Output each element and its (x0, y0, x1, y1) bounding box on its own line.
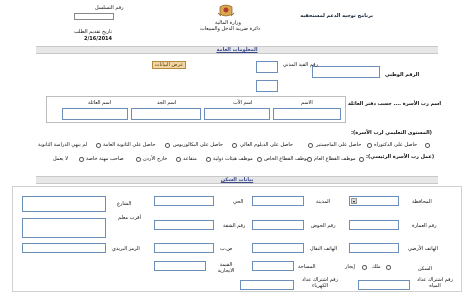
city-label: المدينة (316, 199, 331, 205)
po-box-input[interactable] (154, 243, 214, 253)
national-id-input[interactable] (312, 66, 380, 78)
edu-radio-doctorate[interactable] (425, 143, 430, 148)
serial-input[interactable] (74, 13, 114, 20)
edu-radio-diploma[interactable] (308, 143, 313, 148)
edu-opt-highschool: حاصل على الثانوية العامة (103, 142, 156, 148)
owned-radio[interactable] (386, 265, 391, 270)
education-label: (المستوى التعليمي لرب الأسرة): (351, 130, 432, 136)
family-head-label: اسم رب الأسرة .... حسب دفتر العائلة (348, 101, 442, 107)
edu-opt-masters: حاصل على الماجستير (316, 142, 362, 148)
work-opt-intl: موظف هيئات دولية (213, 156, 253, 162)
work-opt-unemployed: لا يعمل (53, 156, 68, 162)
edu-radio-highschool[interactable] (165, 143, 170, 148)
program-title: برنامج توجيه الدعم لمستحقيه (300, 13, 373, 19)
building-no-label: رقم العمارة (412, 223, 437, 229)
housing-section-title: بيانات السكن (220, 177, 254, 183)
owned-label: ملك (372, 264, 381, 270)
area-label: المساحة (298, 264, 316, 270)
edu-radio-none[interactable] (96, 143, 101, 148)
edu-opt-doctorate: حاصل على الدكتوراه (374, 142, 418, 148)
jordan-emblem-icon (217, 4, 235, 19)
work-opt-private: موظف القطاع الخاص (264, 156, 310, 162)
work-radio-abroad[interactable] (176, 157, 181, 162)
water-sub-label: رقم اشتراك عداد المياه (417, 277, 453, 289)
edu-opt-none: لم ينهي الدراسة الثانوية (38, 142, 88, 148)
rent-value-label: القيمة الايجارية (217, 262, 235, 274)
elec-sub-label: رقم اشتراك عداد الكهرباء (302, 277, 338, 289)
basin-input[interactable] (252, 220, 304, 230)
governorate-label: المحافظة (412, 199, 432, 205)
work-radio-self[interactable] (136, 157, 141, 162)
basin-label: رقم الحوض (311, 223, 336, 229)
postal-code-input[interactable] (22, 243, 106, 253)
phone-label: الهاتف الأرضي (408, 246, 438, 252)
mobile-input[interactable] (252, 243, 304, 253)
father-name-input[interactable] (204, 108, 270, 120)
work-opt-abroad: خارج الأردن (143, 156, 168, 162)
submit-date-label: تاريخ تقديم الطلب (74, 29, 112, 35)
show-data-button[interactable]: عرض البيانات (152, 61, 186, 69)
name-col-grand: اسم الجد (157, 100, 177, 106)
name-col-family: اسم العائلة (88, 100, 112, 106)
city-input[interactable] (252, 196, 304, 206)
elec-sub-input[interactable] (240, 280, 294, 290)
first-name-input[interactable] (273, 108, 341, 120)
street-input[interactable] (22, 196, 106, 212)
name-col-first: الاسم (301, 100, 313, 106)
general-section-bar: المعلومات العامة (36, 46, 438, 54)
district-input[interactable] (154, 196, 214, 206)
work-opt-retired: متقاعد (183, 156, 197, 162)
department-name: دائرة ضريبة الدخل والمبيعات (200, 26, 261, 32)
work-radio-private[interactable] (307, 157, 312, 162)
work-opt-self: صاحب مهنة خاصة (86, 156, 124, 162)
water-sub-input[interactable] (358, 280, 410, 290)
family-name-input[interactable] (62, 108, 128, 120)
po-box-label: ص.ب (220, 246, 233, 252)
edu-opt-bachelor: حاصل على البكالوريوس (173, 142, 223, 148)
rent-value-input[interactable] (154, 261, 206, 271)
rented-label: إيجار (345, 264, 355, 270)
civil-record-label: رقم القيد المدني (283, 62, 318, 68)
edu-opt-diploma: حاصل على الدبلوم العالي (240, 142, 294, 148)
grand-name-input[interactable] (131, 108, 201, 120)
apartment-no-input[interactable] (154, 220, 214, 230)
work-label: (عمل رب الأسرة الرئيسي): (366, 154, 435, 160)
landmark-input[interactable] (22, 218, 106, 238)
ownership-label: السكن (418, 266, 432, 272)
district-label: الحي (233, 199, 244, 205)
mobile-label: الهاتف النقال (310, 246, 338, 252)
landmark-label: أقرب معلم (118, 215, 141, 221)
postal-code-label: الرمز البريدي (112, 246, 140, 252)
housing-section-bar: بيانات السكن (36, 176, 438, 184)
work-radio-retired[interactable] (206, 157, 211, 162)
governorate-select[interactable]: ▾ (349, 196, 399, 206)
name-col-father: اسم الأب (233, 100, 253, 106)
civil-record-input[interactable] (256, 61, 278, 73)
building-no-input[interactable] (349, 220, 399, 230)
edu-radio-bachelor[interactable] (232, 143, 237, 148)
work-radio-intl[interactable] (257, 157, 262, 162)
work-radio-unemployed[interactable] (79, 157, 84, 162)
edu-radio-masters[interactable] (367, 143, 372, 148)
chevron-down-icon: ▾ (351, 198, 357, 204)
submit-date-value: 2/16/2014 (84, 36, 113, 42)
area-input[interactable] (252, 261, 294, 271)
national-id-label: الرقم الوطني (385, 72, 420, 78)
work-radio-public[interactable] (359, 157, 364, 162)
apartment-no-label: رقم الشقة (223, 223, 246, 229)
phone-input[interactable] (349, 243, 399, 253)
civil-record-input-2[interactable] (256, 80, 278, 92)
rented-radio[interactable] (362, 265, 367, 270)
street-label: الشارع (117, 201, 132, 207)
serial-label: رقم التسلسل (95, 5, 124, 11)
general-section-title: المعلومات العامة (216, 47, 258, 53)
work-opt-public: موظف القطاع العام (314, 156, 356, 162)
